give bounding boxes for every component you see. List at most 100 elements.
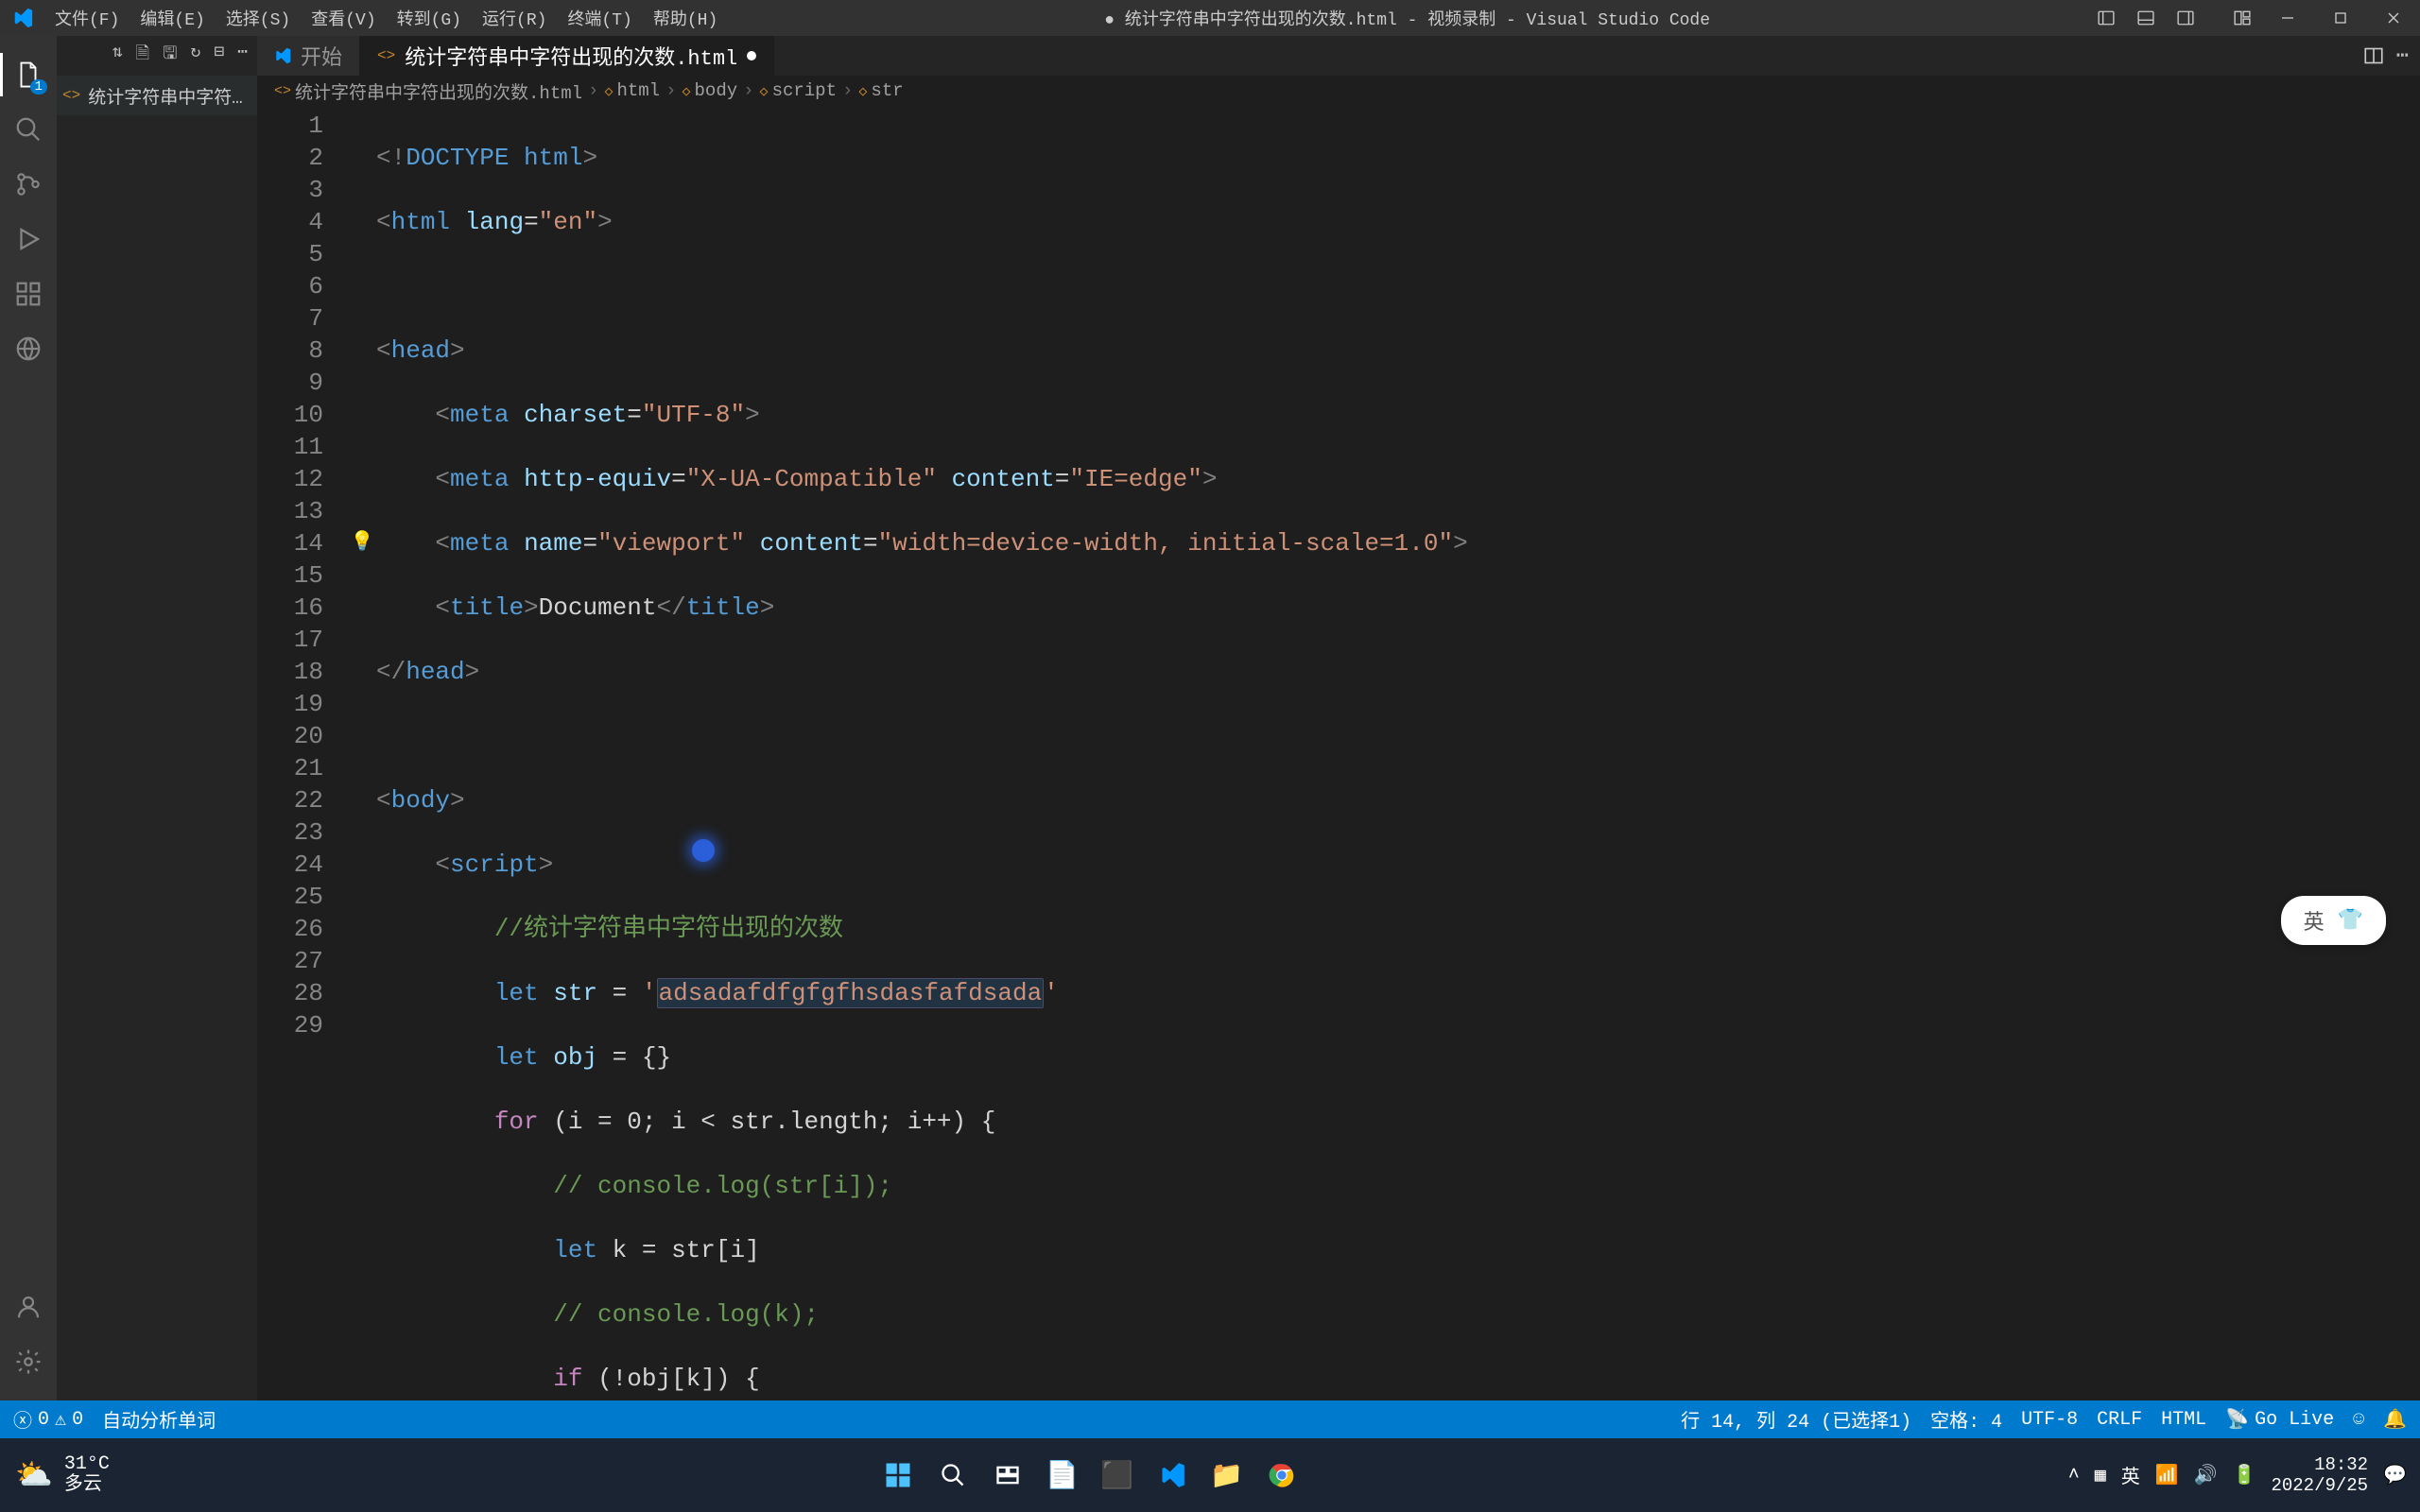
tray-volume-icon[interactable]: 🔊 [2194, 1463, 2218, 1487]
app-explorer-icon[interactable]: 📁 [1203, 1452, 1251, 1499]
task-view-icon[interactable] [984, 1452, 1031, 1499]
main-area: 1 ⇅ 🗎 🖫 ↻ ⊟ ⋯ <> 统计字符串中字符... [0, 36, 2420, 1400]
ime-indicator[interactable]: 英 👕 [2281, 896, 2386, 945]
tray-battery-icon[interactable]: 🔋 [2233, 1463, 2256, 1487]
status-golive[interactable]: 📡Go Live [2225, 1407, 2334, 1432]
menu-selection[interactable]: 选择(S) [216, 2, 300, 34]
html-file-icon: <> [377, 47, 395, 64]
code-lines[interactable]: <!DOCTYPE html> <html lang="en"> <head> … [376, 106, 2420, 1400]
tray-clock[interactable]: 18:32 2022/9/25 [2271, 1454, 2368, 1496]
html-file-icon: <> [274, 83, 291, 99]
close-button[interactable] [2367, 0, 2420, 36]
weather-temp: 31°C [64, 1454, 110, 1475]
new-file-icon[interactable]: 🗎 [136, 42, 149, 70]
line-numbers: 1234567891011121314151617181920212223242… [257, 106, 348, 1400]
glyph-margin: 💡 [348, 106, 376, 1400]
open-editor-item[interactable]: <> 统计字符串中字符... [57, 76, 257, 115]
status-autofix[interactable]: 自动分析单词 [102, 1405, 216, 1434]
panel-left-icon[interactable] [2087, 0, 2125, 36]
tray-chevron-up-icon[interactable]: ˄ [2068, 1465, 2080, 1486]
editor-actions: ⋯ [2353, 36, 2420, 76]
breadcrumb[interactable]: <> 统计字符串中字符出现的次数.html › ◇ html › ◇ body … [257, 76, 2420, 106]
tray-app-icon[interactable]: ▦ [2095, 1463, 2106, 1487]
taskbar-weather[interactable]: ⛅ 31°C 多云 [0, 1454, 125, 1496]
remote-icon[interactable] [0, 321, 57, 376]
dirty-indicator-icon [747, 51, 756, 60]
warning-icon: ⚠ [55, 1407, 66, 1432]
sidebar-toolbar: ⇅ 🗎 🖫 ↻ ⊟ ⋯ [57, 36, 257, 76]
tab-start[interactable]: 开始 [257, 36, 360, 76]
layout-customize-icon[interactable] [2223, 0, 2261, 36]
chevron-right-icon: › [741, 80, 755, 101]
taskbar-center: 📄 ⬛ 📁 [125, 1452, 2055, 1499]
activity-bottom [0, 1280, 57, 1389]
tab-active-file[interactable]: <> 统计字符串中字符出现的次数.html [360, 36, 774, 76]
tab-start-label: 开始 [301, 41, 342, 71]
error-icon: ⓧ [13, 1405, 32, 1434]
breadcrumb-body[interactable]: body [695, 80, 738, 101]
menu-help[interactable]: 帮助(H) [644, 2, 727, 34]
minimize-button[interactable] [2261, 0, 2314, 36]
extensions-icon[interactable] [0, 266, 57, 321]
split-editor-icon[interactable] [2364, 46, 2383, 65]
ime-mode-icon: 👕 [2338, 908, 2363, 933]
toggle-vertical-icon[interactable]: ⇅ [112, 42, 123, 70]
tab-active-label: 统计字符串中字符出现的次数.html [405, 41, 737, 71]
status-feedback-icon[interactable]: ☺ [2353, 1409, 2364, 1431]
menu-file[interactable]: 文件(F) [45, 2, 129, 34]
code-editor[interactable]: 1234567891011121314151617181920212223242… [257, 106, 2420, 1400]
app-chrome-icon[interactable] [1258, 1452, 1305, 1499]
breadcrumb-html[interactable]: html [616, 80, 660, 101]
run-debug-icon[interactable] [0, 212, 57, 266]
vscode-logo-icon [8, 3, 38, 33]
status-problems[interactable]: ⓧ0 ⚠0 [13, 1405, 83, 1434]
status-eol[interactable]: CRLF [2097, 1409, 2142, 1431]
weather-cond: 多云 [64, 1475, 110, 1496]
titlebar: 文件(F) 编辑(E) 选择(S) 查看(V) 转到(G) 运行(R) 终端(T… [0, 0, 2420, 36]
tray-notification-icon[interactable]: 💬 [2383, 1463, 2407, 1487]
lightbulb-icon[interactable]: 💡 [348, 527, 376, 559]
menu-run[interactable]: 运行(R) [473, 2, 556, 34]
taskbar-search-icon[interactable] [929, 1452, 977, 1499]
symbol-icon: ◇ [858, 82, 867, 100]
breadcrumb-script[interactable]: script [772, 80, 837, 101]
explorer-icon[interactable]: 1 [0, 47, 57, 102]
status-language[interactable]: HTML [2161, 1409, 2206, 1431]
collapse-icon[interactable]: ⊟ [214, 42, 224, 70]
app-notepad-icon[interactable]: 📄 [1039, 1452, 1086, 1499]
windows-taskbar: ⛅ 31°C 多云 📄 ⬛ 📁 ˄ ▦ 英 📶 🔊 🔋 18:32 2022/9… [0, 1438, 2420, 1512]
menu-terminal[interactable]: 终端(T) [558, 2, 641, 34]
menu-go[interactable]: 转到(G) [388, 2, 471, 34]
save-all-icon[interactable]: 🖫 [163, 42, 177, 70]
menu-edit[interactable]: 编辑(E) [130, 2, 214, 34]
broadcast-icon: 📡 [2225, 1407, 2249, 1432]
account-icon[interactable] [0, 1280, 57, 1334]
html-file-icon: <> [62, 87, 80, 104]
breadcrumb-str[interactable]: str [871, 80, 903, 101]
editor-group: 开始 <> 统计字符串中字符出现的次数.html ⋯ <> 统计字符串中字符出现… [257, 36, 2420, 1400]
tab-bar: 开始 <> 统计字符串中字符出现的次数.html ⋯ [257, 36, 2420, 76]
source-control-icon[interactable] [0, 157, 57, 212]
app-vscode-icon[interactable] [1149, 1452, 1196, 1499]
breadcrumb-file[interactable]: 统计字符串中字符出现的次数.html [295, 78, 582, 104]
maximize-button[interactable] [2314, 0, 2367, 36]
settings-gear-icon[interactable] [0, 1334, 57, 1389]
start-button-icon[interactable] [874, 1452, 922, 1499]
status-cursor-pos[interactable]: 行 14, 列 24 (已选择1) [1681, 1405, 1911, 1434]
menu-view[interactable]: 查看(V) [302, 2, 385, 34]
window-title: ● 统计字符串中字符出现的次数.html - 视频录制 - Visual Stu… [727, 6, 2087, 30]
more-icon[interactable]: ⋯ [237, 42, 248, 70]
refresh-icon[interactable]: ↻ [190, 42, 200, 70]
activity-bar: 1 [0, 36, 57, 1400]
status-bell-icon[interactable]: 🔔 [2383, 1407, 2407, 1432]
panel-bottom-icon[interactable] [2127, 0, 2165, 36]
tray-ime-icon[interactable]: 英 [2121, 1461, 2140, 1489]
search-icon[interactable] [0, 102, 57, 157]
more-actions-icon[interactable]: ⋯ [2396, 43, 2409, 68]
app-terminal-icon[interactable]: ⬛ [1094, 1452, 1141, 1499]
status-spaces[interactable]: 空格: 4 [1930, 1405, 2002, 1434]
panel-right-icon[interactable] [2167, 0, 2204, 36]
tray-wifi-icon[interactable]: 📶 [2155, 1463, 2179, 1487]
status-encoding[interactable]: UTF-8 [2021, 1409, 2078, 1431]
open-editor-label: 统计字符串中字符... [88, 83, 251, 109]
